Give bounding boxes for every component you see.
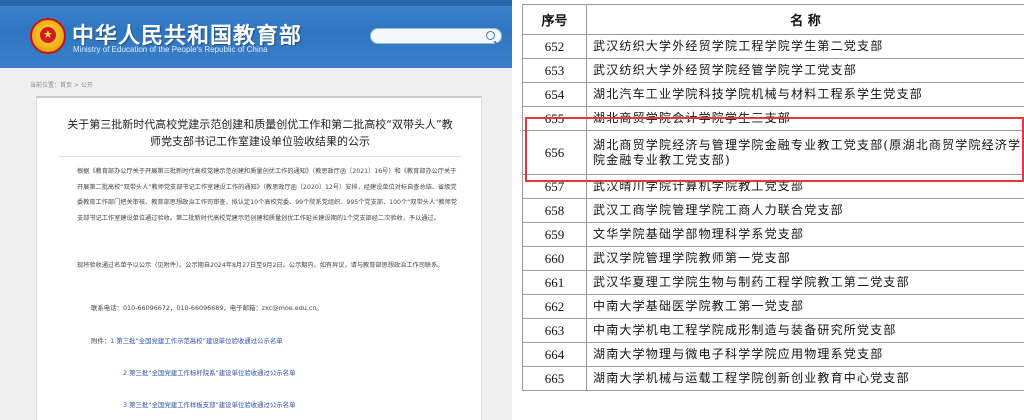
row-number: 660 (522, 246, 587, 271)
row-name: 湖南大学机械与运载工程学院创新创业教育中心党支部 (586, 366, 1024, 391)
row-number: 656 (522, 130, 587, 175)
contact-info: 联系电话：010-66096672，010-66096689，电子邮箱：zxc@… (91, 304, 323, 312)
national-emblem-icon: ★ (30, 18, 66, 54)
table-row: 660 武汉学院管理学院教师第一党支部 (522, 246, 1024, 271)
row-name: 中南大学机电工程学院成形制造与装备研究所党支部 (586, 318, 1024, 343)
table-row: 655 湖北商贸学院会计学院学生三支部 (522, 106, 1024, 131)
row-name: 湖北汽车工业学院科技学院机械与材料工程系学生党支部 (586, 82, 1024, 107)
search-icon[interactable] (486, 31, 495, 40)
table-row: 661 武汉华夏理工学院生物与制药工程学院教工第二党支部 (522, 270, 1024, 295)
table-header-row: 序号 名 称 (522, 4, 1024, 35)
search-input[interactable] (370, 28, 502, 44)
row-name: 武汉晴川学院计算机学院教工党支部 (586, 174, 1024, 199)
row-number: 659 (522, 222, 587, 247)
row-number: 664 (522, 342, 587, 367)
row-number: 657 (522, 174, 587, 199)
site-logo-subtitle: Ministry of Education of the People's Re… (73, 45, 268, 54)
attachment-link-2[interactable]: 2.第三批“全国党建工作标杆院系”建设单位验收通过公示名单 (123, 368, 295, 377)
breadcrumb[interactable]: 当前位置：首页 > 公开 (30, 80, 93, 89)
table-row: 664 湖南大学物理与微电子科学学院应用物理系党支部 (522, 342, 1024, 367)
table-row: 659 文华学院基础学部物理科学系党支部 (522, 222, 1024, 247)
row-number: 654 (522, 82, 587, 107)
notice-paragraph-2: 现将验收通过名单予以公示（见附件）。公示期自2024年8月27日至9月2日。公示… (77, 262, 444, 269)
table-row: 663 中南大学机电工程学院成形制造与装备研究所党支部 (522, 318, 1024, 343)
row-number: 653 (522, 58, 587, 83)
table-row: 654 湖北汽车工业学院科技学院机械与材料工程系学生党支部 (522, 82, 1024, 107)
attachment-link-3[interactable]: 3.第三批“全国党建工作样板支部”建设单位验收通过公示名单 (123, 400, 295, 409)
row-name: 中南大学基础医学院教工第一党支部 (586, 294, 1024, 319)
row-number: 663 (522, 318, 587, 343)
approved-branches-table: 序号 名 称 652 武汉纺织大学外经贸学院工程学院学生第二党支部 653 武汉纺织大… (522, 4, 1024, 391)
notice-title: 关于第三批新时代高校党建示范创建和质量创优工作和第二批高校“双带头人”教师党支部… (67, 118, 453, 148)
column-header-number: 序号 (522, 4, 587, 35)
row-number: 662 (522, 294, 587, 319)
webpage-panel: ★ 中华人民共和国教育部 Ministry of Education of th… (0, 0, 512, 420)
notice-card: 关于第三批新时代高校党建示范创建和质量创优工作和第二批高校“双带头人”教师党支部… (36, 96, 482, 420)
row-name: 武汉学院管理学院教师第一党支部 (586, 246, 1024, 271)
column-header-name: 名 称 (586, 4, 1024, 35)
header-top-band (0, 0, 512, 6)
attachment-link-1[interactable]: 附件：1.第三批“全国党建工作示范高校”建设单位验收通过公示名单 (91, 336, 283, 345)
row-name: 武汉华夏理工学院生物与制药工程学院教工第二党支部 (586, 270, 1024, 295)
title-divider (59, 156, 461, 157)
row-name: 湖南大学物理与微电子科学学院应用物理系党支部 (586, 342, 1024, 367)
row-number: 661 (522, 270, 587, 295)
row-number: 655 (522, 106, 587, 131)
row-name: 湖北商贸学院会计学院学生三支部 (586, 106, 1024, 131)
attachments-label: 附件： (91, 337, 111, 345)
row-number: 658 (522, 198, 587, 223)
table-row: 657 武汉晴川学院计算机学院教工党支部 (522, 174, 1024, 199)
site-header: ★ 中华人民共和国教育部 Ministry of Education of th… (0, 0, 512, 68)
row-name: 武汉纺织大学外经贸学院经管学院学工党支部 (586, 58, 1024, 83)
row-number: 665 (522, 366, 587, 391)
table-row: 658 武汉工商学院管理学院工商人力联合党支部 (522, 198, 1024, 223)
table-row: 656 湖北商贸学院经济与管理学院金融专业教工党支部(原湖北商贸学院经济学院金融专… (522, 130, 1024, 175)
row-name: 湖北商贸学院经济与管理学院金融专业教工党支部(原湖北商贸学院经济学院金融专业教工… (586, 130, 1024, 175)
row-number: 652 (522, 34, 587, 59)
table-row: 665 湖南大学机械与运载工程学院创新创业教育中心党支部 (522, 366, 1024, 391)
table-row: 653 武汉纺织大学外经贸学院经管学院学工党支部 (522, 58, 1024, 83)
row-name: 文华学院基础学部物理科学系党支部 (586, 222, 1024, 247)
row-name: 武汉工商学院管理学院工商人力联合党支部 (586, 198, 1024, 223)
list-table-panel: 序号 名 称 652 武汉纺织大学外经贸学院工程学院学生第二党支部 653 武汉纺织大… (522, 4, 1024, 420)
table-row: 652 武汉纺织大学外经贸学院工程学院学生第二党支部 (522, 34, 1024, 59)
notice-paragraph-1: 根据《教育部办公厅关于开展第三批新时代高校党建示范创建和质量创优工作的通知》（教… (77, 168, 457, 222)
table-row: 662 中南大学基础医学院教工第一党支部 (522, 294, 1024, 319)
row-name: 武汉纺织大学外经贸学院工程学院学生第二党支部 (586, 34, 1024, 59)
